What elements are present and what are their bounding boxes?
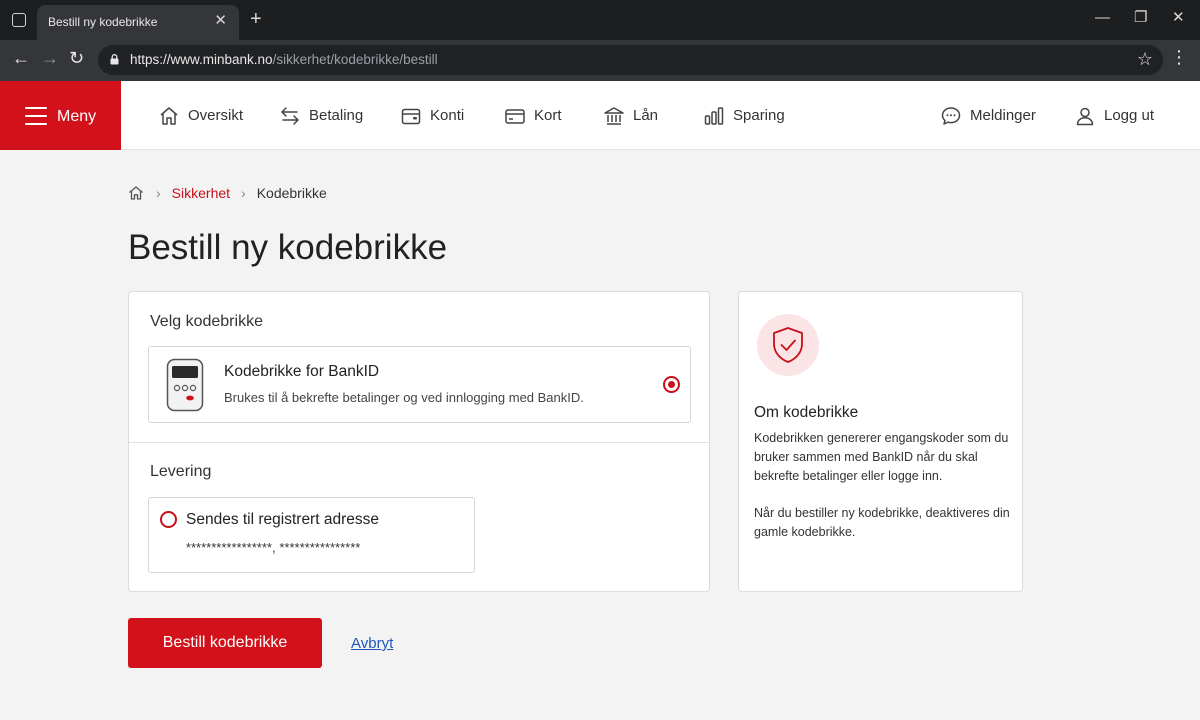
card-icon	[505, 108, 525, 124]
minimize-icon[interactable]: —	[1095, 10, 1110, 25]
menu-label: Meny	[57, 108, 97, 125]
tab-overview-icon[interactable]	[12, 13, 26, 27]
nav-label: Lån	[633, 107, 659, 124]
token-option-title: Kodebrikke for BankID	[224, 363, 380, 380]
section-divider	[129, 442, 709, 443]
chat-bubble-icon	[941, 106, 961, 125]
nav-label: Betaling	[309, 107, 364, 124]
transfer-arrows-icon	[281, 106, 299, 125]
nav-sparing[interactable]: Sparing	[703, 81, 785, 150]
page-title: Bestill ny kodebrikke	[128, 228, 448, 267]
info-title: Om kodebrikke	[754, 404, 859, 421]
url-text: https://www.minbank.no/sikkerhet/kodebri…	[130, 52, 438, 67]
bank-building-icon	[604, 106, 624, 125]
info-card: Om kodebrikke Kodebrikken genererer enga…	[738, 291, 1023, 592]
delivery-option[interactable]: Sendes til registrert adresse **********…	[148, 497, 475, 573]
home-icon[interactable]	[127, 184, 145, 202]
code-token-device-icon	[166, 358, 204, 412]
tab-title: Bestill ny kodebrikke	[48, 15, 158, 29]
shield-check-icon	[757, 314, 819, 376]
nav-kort[interactable]: Kort	[504, 81, 562, 150]
breadcrumb: › Sikkerhet › Kodebrikke	[127, 183, 327, 203]
token-option[interactable]: Kodebrikke for BankID Brukes til å bekre…	[148, 346, 691, 423]
wallet-icon	[401, 108, 421, 124]
nav-label: Sparing	[733, 107, 785, 124]
cancel-link[interactable]: Avbryt	[351, 635, 393, 652]
token-radio[interactable]	[663, 376, 680, 393]
close-tab-icon[interactable]: ✕	[214, 13, 227, 28]
nav-betaling[interactable]: Betaling	[279, 81, 363, 150]
user-icon	[1076, 107, 1094, 125]
delivery-section-title: Levering	[150, 463, 212, 480]
masked-address: *****************, ****************	[186, 541, 361, 555]
nav-label: Kort	[534, 107, 562, 124]
new-tab-icon[interactable]: +	[250, 9, 262, 29]
info-paragraph-2: Når du bestiller ny kodebrikke, deaktive…	[754, 506, 1010, 539]
browser-tab[interactable]: Bestill ny kodebrikke ✕	[37, 5, 239, 40]
address-bar[interactable]: https://www.minbank.no/sikkerhet/kodebri…	[98, 45, 1163, 75]
order-token-button[interactable]: Bestill kodebrikke	[128, 618, 322, 668]
bookmark-star-icon[interactable]: ☆	[1137, 49, 1153, 70]
chevron-right-icon: ›	[241, 185, 246, 201]
breadcrumb-sikkerhet[interactable]: Sikkerhet	[172, 185, 230, 201]
delivery-radio[interactable]	[160, 511, 177, 528]
nav-meldinger[interactable]: Meldinger	[940, 81, 1036, 150]
home-icon	[160, 106, 178, 125]
forward-icon[interactable]: →	[41, 49, 59, 67]
nav-logg-ut[interactable]: Logg ut	[1074, 81, 1154, 150]
menu-button[interactable]: Meny	[0, 81, 121, 150]
nav-label: Oversikt	[188, 107, 244, 124]
hamburger-icon	[25, 107, 47, 125]
browser-toolbar: ← → ↻ https://www.minbank.no/sikkerhet/k…	[0, 40, 1200, 81]
nav-oversikt[interactable]: Oversikt	[158, 81, 243, 150]
browser-tab-bar: Bestill ny kodebrikke ✕ + — ❐ ✕	[0, 0, 1200, 40]
nav-label: Konti	[430, 107, 465, 124]
nav-lan[interactable]: Lån	[603, 81, 658, 150]
chevron-right-icon: ›	[156, 185, 161, 201]
breadcrumb-current: Kodebrikke	[256, 185, 327, 201]
nav-label: Meldinger	[970, 107, 1036, 124]
order-form-card: Velg kodebrikke Kodebrikke for BankID Br…	[128, 291, 710, 592]
token-option-description: Brukes til å bekrefte betalinger og ved …	[224, 390, 584, 405]
nav-label: Logg ut	[1104, 107, 1155, 124]
close-window-icon[interactable]: ✕	[1172, 10, 1185, 25]
browser-menu-icon[interactable]: ⋮	[1170, 48, 1188, 66]
nav-konti[interactable]: Konti	[400, 81, 464, 150]
bar-chart-icon	[704, 106, 724, 125]
back-icon[interactable]: ←	[12, 49, 30, 67]
reload-icon[interactable]: ↻	[69, 49, 84, 67]
delivery-option-title: Sendes til registrert adresse	[186, 511, 379, 528]
select-section-title: Velg kodebrikke	[150, 313, 263, 330]
restore-icon[interactable]: ❐	[1134, 10, 1147, 25]
info-paragraph-1: Kodebrikken genererer engangskoder som d…	[754, 431, 1009, 483]
app-header: Meny Oversikt Betaling Konti Kort Lån Sp…	[0, 81, 1200, 150]
lock-icon	[110, 54, 119, 65]
